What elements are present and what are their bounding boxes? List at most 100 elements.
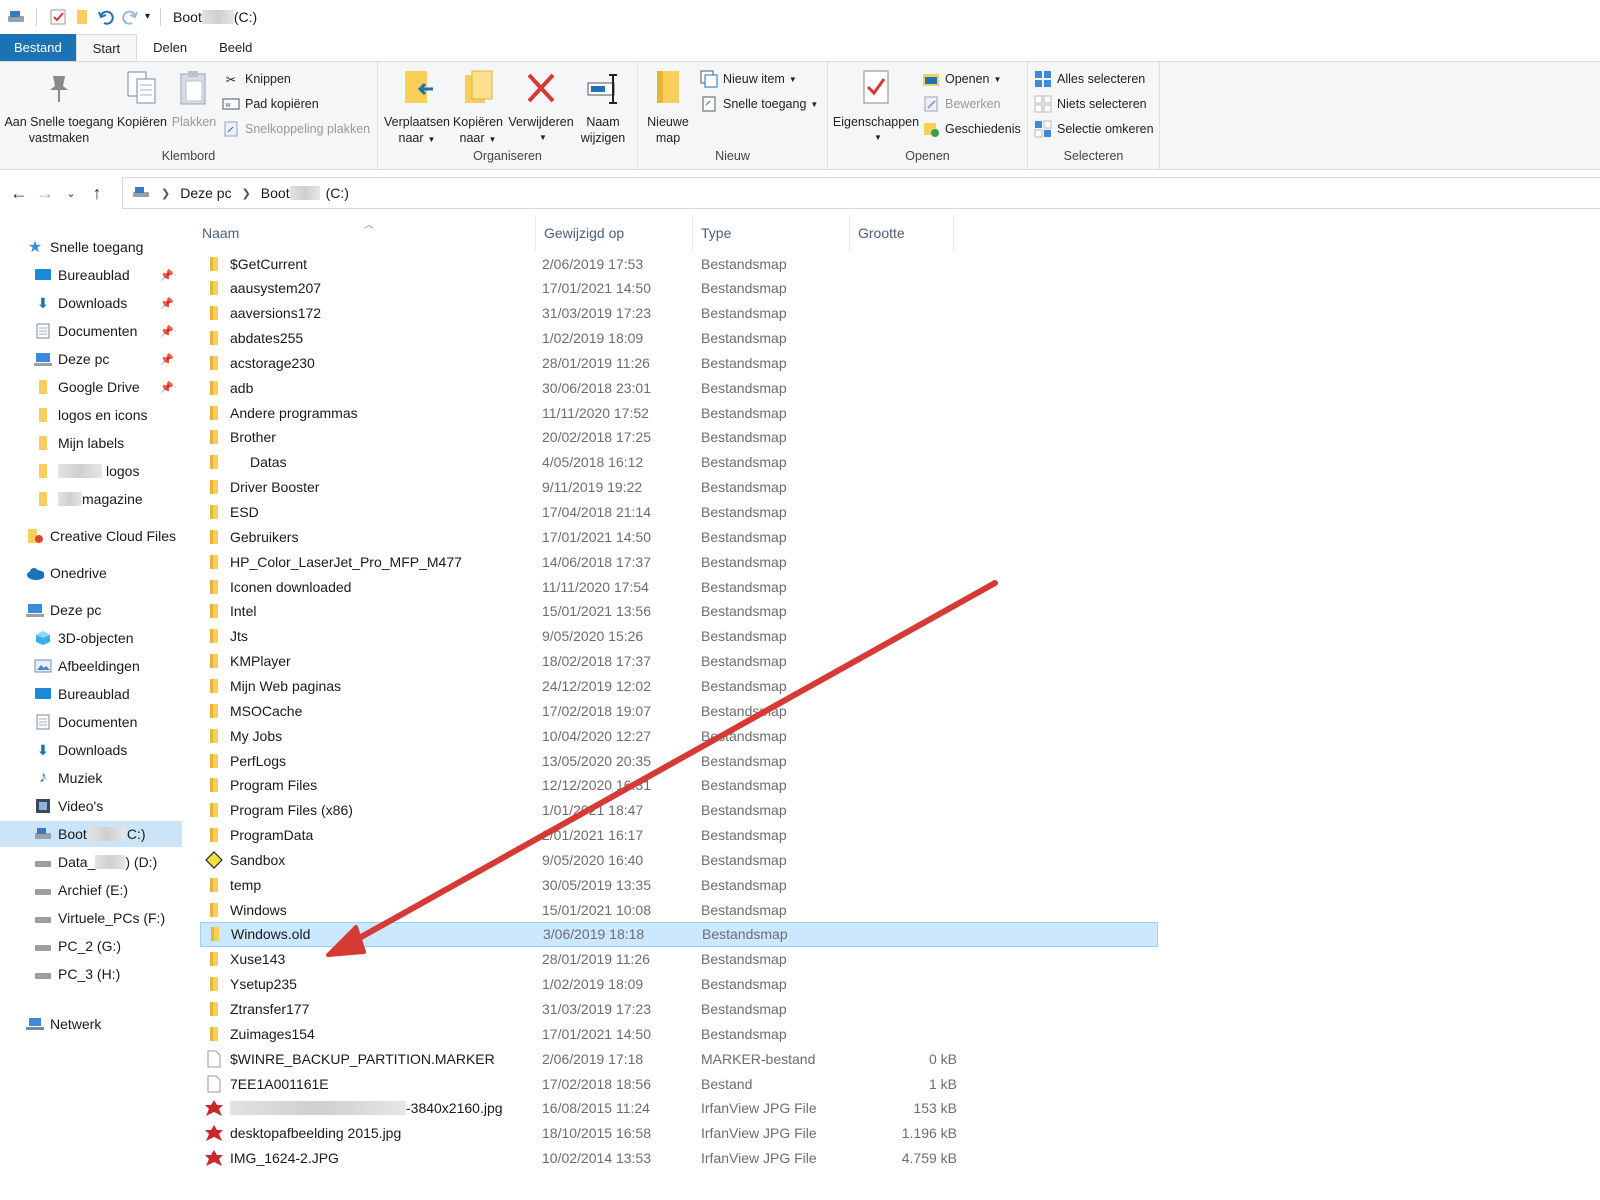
table-row[interactable]: KMPlayer 18/02/2018 17:37 Bestandsmap [200, 649, 1158, 674]
sidebar-item-drive-f[interactable]: Virtuele_PCs (F:) [0, 905, 182, 931]
sidebar-item-onedrive[interactable]: Onedrive [0, 560, 182, 586]
recent-locations-chevron-icon[interactable]: ⌄ [58, 178, 84, 208]
select-none-button[interactable]: Niets selecteren [1034, 93, 1147, 115]
properties-icon[interactable] [49, 5, 67, 29]
table-row[interactable]: Andere programmas 11/11/2020 17:52 Bestand… [200, 400, 1158, 425]
table-row[interactable]: MSOCache 17/02/2018 19:07 Bestandsmap [200, 698, 1158, 723]
tab-bestand[interactable]: Bestand [0, 34, 76, 61]
table-row[interactable]: abdates255 1/02/2019 18:09 Bestandsmap [200, 326, 1158, 351]
sidebar-item-videos[interactable]: Video's [0, 793, 182, 819]
back-arrow-icon[interactable]: ← [6, 178, 32, 208]
table-row[interactable]: Gebruikers 17/01/2021 14:50 Bestandsmap [200, 524, 1158, 549]
invert-selection-button[interactable]: Selectie omkeren [1034, 118, 1154, 140]
tab-start[interactable]: Start [75, 34, 138, 61]
redo-icon[interactable] [121, 5, 139, 29]
new-item-button[interactable]: Nieuw item ▼ [700, 68, 797, 90]
sidebar-item-documents[interactable]: Documenten 📌 [0, 318, 182, 344]
rename-button[interactable]: Naam wijzigen [574, 68, 632, 146]
open-button[interactable]: Openen ▼ [922, 68, 1001, 90]
edit-button[interactable]: Bewerken [922, 93, 1001, 115]
undo-icon[interactable] [97, 5, 115, 29]
pin-quick-access-button[interactable]: Aan Snelle toegang vastmaken [4, 68, 114, 146]
table-row[interactable]: My Jobs 10/04/2020 12:27 Bestandsmap [200, 723, 1158, 748]
table-row[interactable]: aaversions172 31/03/2019 17:23 Bestandsmap [200, 301, 1158, 326]
table-row[interactable]: -3840x2160.jpg 16/08/2015 11:24 IrfanView … [200, 1096, 1158, 1121]
sidebar-item-this-pc[interactable]: Deze pc [0, 597, 182, 623]
sidebar-item-drive-g[interactable]: PC_2 (G:) [0, 933, 182, 959]
sidebar-item-drive-c[interactable]: Boot C:) [0, 821, 182, 847]
sidebar-item-3d-objects[interactable]: 3D-objecten [0, 625, 182, 651]
paste-button[interactable]: Plakken [170, 68, 218, 130]
table-row[interactable]: Brother 20/02/2018 17:25 Bestandsmap [200, 425, 1158, 450]
paste-shortcut-button[interactable]: Snelkoppeling plakken [222, 118, 370, 140]
table-row[interactable]: desktopafbeelding 2015.jpg 18/10/2015 16:… [200, 1121, 1158, 1146]
breadcrumb-chevron-icon[interactable]: ❯ [161, 187, 170, 200]
pin-icon[interactable]: 📌 [160, 381, 174, 394]
new-folder-button[interactable]: Nieuwe map [644, 68, 692, 146]
table-row[interactable]: Jts 9/05/2020 15:26 Bestandsmap [200, 624, 1158, 649]
customize-toolbar-icon[interactable]: ▾ [145, 5, 150, 29]
table-row[interactable]: Mijn Web paginas 24/12/2019 12:02 Bestands… [200, 673, 1158, 698]
sidebar-item-drive-h[interactable]: PC_3 (H:) [0, 961, 182, 987]
table-row[interactable]: $WINRE_BACKUP_PARTITION.MARKER 2/06/2019 … [200, 1046, 1158, 1071]
sidebar-item-drive-e[interactable]: Archief (E:) [0, 877, 182, 903]
sidebar-item-quick-access[interactable]: ★ Snelle toegang [0, 234, 182, 260]
sidebar-item-magazine[interactable]: magazine [0, 486, 182, 512]
breadcrumb-this-pc[interactable]: Deze pc [180, 185, 231, 201]
table-row[interactable]: acstorage230 28/01/2019 11:26 Bestandsmap [200, 350, 1158, 375]
address-bar[interactable]: ❯ Deze pc ❯ Boot (C:) [122, 177, 1600, 209]
sidebar-item-logos[interactable]: logos [0, 458, 182, 484]
new-folder-icon[interactable] [73, 5, 91, 29]
table-row[interactable]: Program Files (x86) 1/01/2021 18:47 Bestan… [200, 798, 1158, 823]
table-row[interactable]: $GetCurrent 2/06/2019 17:53 Bestandsmap [200, 251, 1158, 276]
drive-icon[interactable] [6, 5, 26, 29]
table-row[interactable]: IMG_1624-2.JPG 10/02/2014 13:53 IrfanView … [200, 1146, 1158, 1171]
breadcrumb-drive[interactable]: Boot (C:) [261, 185, 349, 201]
table-row[interactable]: Xuse143 28/01/2019 11:26 Bestandsmap [200, 947, 1158, 972]
breadcrumb-chevron-icon[interactable]: ❯ [242, 187, 251, 200]
sidebar-item-logos-en-icons[interactable]: logos en icons [0, 402, 182, 428]
sidebar-item-creative-cloud[interactable]: Creative Cloud Files [0, 523, 182, 549]
table-row[interactable]: Ztransfer177 31/03/2019 17:23 Bestandsmap [200, 997, 1158, 1022]
column-header-size[interactable]: Grootte [850, 215, 954, 251]
cut-button[interactable]: ✂ Knippen [222, 68, 291, 90]
sidebar-item-music[interactable]: ♪ Muziek [0, 765, 182, 791]
copy-to-button[interactable]: Kopiëren naar ▼ [450, 68, 506, 148]
table-row[interactable]: PerfLogs 13/05/2020 20:35 Bestandsmap [200, 748, 1158, 773]
column-header-type[interactable]: Type [693, 215, 850, 251]
table-row[interactable]: Sandbox 9/05/2020 16:40 Bestandsmap [200, 847, 1158, 872]
table-row[interactable]: Program Files 12/12/2020 16:31 Bestandsmap [200, 773, 1158, 798]
sidebar-item-documents-pc[interactable]: Documenten [0, 709, 182, 735]
table-row[interactable]: adb 30/06/2018 23:01 Bestandsmap [200, 375, 1158, 400]
easy-access-button[interactable]: Snelle toegang ▼ [700, 93, 818, 115]
move-to-button[interactable]: Verplaatsen naar ▼ [384, 68, 450, 148]
pin-icon[interactable]: 📌 [160, 325, 174, 338]
table-row[interactable]: Datas 4/05/2018 16:12 Bestandsmap [200, 450, 1158, 475]
table-row-selected[interactable]: Windows.old 3/06/2019 18:18 Bestandsmap [200, 921, 1158, 947]
up-arrow-icon[interactable]: ↑ [84, 178, 110, 208]
table-row[interactable]: Windows 15/01/2021 10:08 Bestandsmap [200, 897, 1158, 922]
history-button[interactable]: Geschiedenis [922, 118, 1021, 140]
sidebar-item-pictures[interactable]: Afbeeldingen [0, 653, 182, 679]
pin-icon[interactable]: 📌 [160, 297, 174, 310]
table-row[interactable]: Driver Booster 9/11/2019 19:22 Bestandsmap [200, 475, 1158, 500]
table-row[interactable]: 7EE1A001161E 17/02/2018 18:56 Bestand 1 kB [200, 1071, 1158, 1096]
pin-icon[interactable]: 📌 [160, 269, 174, 282]
copy-button[interactable]: Kopiëren [116, 68, 168, 130]
sidebar-item-google-drive[interactable]: Google Drive 📌 [0, 374, 182, 400]
select-all-button[interactable]: Alles selecteren [1034, 68, 1145, 90]
copy-path-button[interactable]: w Pad kopiëren [222, 93, 319, 115]
table-row[interactable]: HP_Color_LaserJet_Pro_MFP_M477 14/06/2018… [200, 549, 1158, 574]
table-row[interactable]: ESD 17/04/2018 21:14 Bestandsmap [200, 500, 1158, 525]
sidebar-item-this-pc-quick[interactable]: Deze pc 📌 [0, 346, 182, 372]
pin-icon[interactable]: 📌 [160, 353, 174, 366]
properties-button[interactable]: Eigenschappen ▼ [833, 68, 919, 146]
tab-delen[interactable]: Delen [137, 34, 203, 61]
forward-arrow-icon[interactable]: → [32, 178, 58, 208]
tab-beeld[interactable]: Beeld [203, 34, 268, 61]
sidebar-item-desktop-pc[interactable]: Bureaublad [0, 681, 182, 707]
table-row[interactable]: temp 30/05/2019 13:35 Bestandsmap [200, 872, 1158, 897]
delete-button[interactable]: Verwijderen ▼ [508, 68, 574, 146]
sidebar-item-desktop[interactable]: Bureaublad 📌 [0, 262, 182, 288]
column-header-name[interactable]: Naam [194, 215, 536, 251]
